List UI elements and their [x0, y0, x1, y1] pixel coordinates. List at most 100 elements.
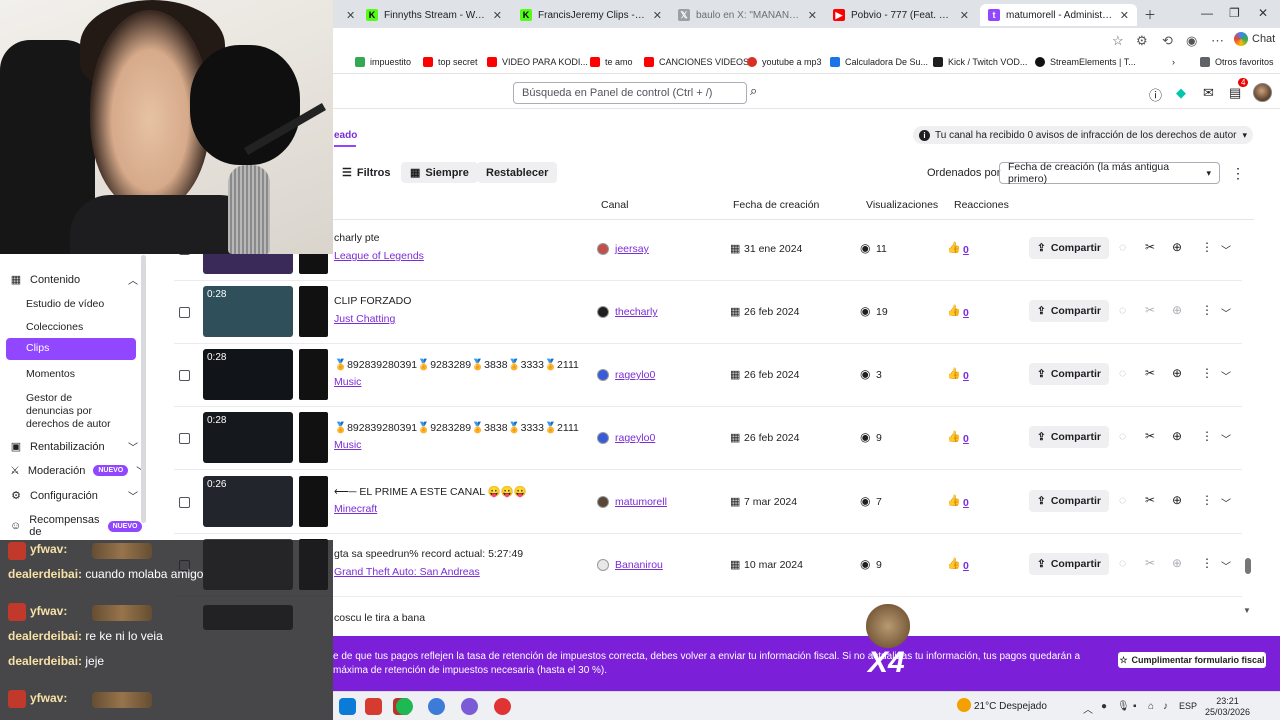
channel-link[interactable]: rageylo0 [615, 369, 655, 381]
add-circle-icon[interactable]: ⊕ [1172, 429, 1182, 443]
sidebar-item-copyright-manager[interactable]: Gestor de denuncias por derechos de auto… [6, 388, 136, 435]
close-icon[interactable]: ✕ [653, 9, 662, 22]
extensions-icon[interactable]: ⚙ [1136, 33, 1148, 49]
clip-category-link[interactable]: Music [334, 439, 361, 451]
share-button[interactable]: ⇪ Compartir [1029, 363, 1109, 385]
clip-thumbnail[interactable]: 0:28 [203, 412, 293, 463]
reset-button[interactable]: Restablecer [477, 162, 558, 183]
bookmark-item[interactable]: VIDEO PARA KODI... [487, 57, 588, 67]
search-icon[interactable]: ⌕ [750, 83, 766, 101]
table-row[interactable]: 0:28 CLIP FORZADO Just Chatting thecharly ▦ 2… [174, 281, 1242, 344]
chevron-down-icon[interactable]: ﹀ [1221, 368, 1231, 383]
copyright-strikes-notice[interactable]: i Tu canal ha recibido 0 avisos de infra… [913, 126, 1253, 144]
close-icon[interactable]: ✕ [346, 9, 355, 22]
table-row[interactable]: 0:28 🏅892839280391🏅9283289🏅3838🏅3333🏅2111… [174, 344, 1242, 407]
dashboard-search-input[interactable]: Búsqueda en Panel de control (Ctrl + /) [513, 82, 747, 104]
share-button[interactable]: ⇪ Compartir [1029, 237, 1109, 259]
clip-category-link[interactable]: Minecraft [334, 503, 377, 515]
scissors-icon[interactable]: ✂ [1145, 366, 1155, 380]
row-more-icon[interactable]: ⋮ [1201, 240, 1213, 254]
weather-label[interactable]: 21°C Despejado [974, 701, 1047, 712]
channel-link[interactable]: matumorell [615, 496, 667, 508]
clip-thumbnail[interactable]: 0:26 [203, 476, 293, 527]
clip-title[interactable]: charly pte [334, 232, 579, 244]
clip-title[interactable]: gta sa speedrun% record actual: 5:27:49 [334, 548, 579, 560]
close-icon[interactable]: ✕ [1120, 9, 1129, 22]
clip-vertical-thumbnail[interactable] [299, 349, 328, 400]
notifications-icon[interactable]: ▤ [1229, 85, 1241, 101]
add-circle-icon[interactable]: ⊕ [1172, 493, 1182, 507]
volume-icon[interactable]: ♪ [1163, 701, 1168, 712]
loading-icon[interactable]: ◌ [1119, 429, 1126, 443]
language-indicator[interactable]: ESP [1179, 701, 1197, 711]
share-button[interactable]: ⇪ Compartir [1029, 300, 1109, 322]
table-row[interactable]: gta sa speedrun% record actual: 5:27:49 G… [174, 534, 1242, 597]
browser-tab-2[interactable]: K FrancisJeremy Clips - Watch Live ✕ [512, 4, 670, 26]
add-circle-icon[interactable]: ⊕ [1172, 303, 1182, 317]
bookmark-item[interactable]: te amo [590, 57, 633, 67]
chevron-right-icon[interactable]: › [1172, 57, 1175, 67]
bookmark-item[interactable]: youtube a mp3 [747, 57, 822, 67]
loading-icon[interactable]: ◌ [1119, 303, 1126, 317]
reaction-count[interactable]: 0 [963, 244, 969, 256]
scissors-icon[interactable]: ✂ [1145, 493, 1155, 507]
clip-title[interactable]: CLIP FORZADO [334, 295, 579, 307]
scissors-icon[interactable]: ✂ [1145, 429, 1155, 443]
network-icon[interactable]: ⌂ [1148, 701, 1154, 712]
reaction-count[interactable]: 0 [963, 560, 969, 572]
channel-link[interactable]: Bananirou [615, 559, 663, 571]
chevron-up-icon[interactable]: ︿ [1083, 701, 1093, 716]
avatar[interactable] [1253, 83, 1272, 102]
row-more-icon[interactable]: ⋮ [1201, 303, 1213, 317]
add-circle-icon[interactable]: ⊕ [1172, 366, 1182, 380]
close-icon[interactable]: ✕ [960, 9, 969, 22]
sidebar-section-moderation[interactable]: ⚔ Moderación NUEVO ﹀ [10, 463, 146, 479]
add-circle-icon[interactable]: ⊕ [1172, 240, 1182, 254]
bookmark-item[interactable]: top secret [423, 57, 478, 67]
inbox-icon[interactable]: ✉ [1203, 85, 1214, 101]
help-icon[interactable]: ⓘ [1149, 85, 1162, 104]
reaction-count[interactable]: 0 [963, 497, 969, 509]
row-more-icon[interactable]: ⋮ [1201, 493, 1213, 507]
edge-icon[interactable] [339, 698, 356, 715]
sidebar-item-video-studio[interactable]: Estudio de vídeo [6, 294, 136, 315]
tab-close-partial[interactable]: ✕ [338, 4, 358, 26]
tray-icon[interactable]: ● [1101, 701, 1107, 712]
channel-link[interactable]: thecharly [615, 306, 658, 318]
minimize-icon[interactable]: — [1201, 6, 1213, 20]
chat-button[interactable]: Chat [1234, 32, 1275, 46]
close-icon[interactable]: ✕ [808, 9, 817, 22]
row-checkbox[interactable] [179, 497, 190, 508]
share-button[interactable]: ⇪ Compartir [1029, 553, 1109, 575]
scroll-down-arrow-icon[interactable]: ▼ [1243, 606, 1251, 615]
channel-link[interactable]: jeersay [615, 243, 649, 255]
bookmark-item[interactable]: impuestito [355, 57, 411, 67]
clip-thumbnail[interactable]: 0:28 [203, 349, 293, 400]
sidebar-section-rewards[interactable]: ☺ Recompensas de NUEVO [10, 514, 143, 538]
obs-icon[interactable] [461, 698, 478, 715]
clip-category-link[interactable]: Music [334, 376, 361, 388]
more-options-icon[interactable]: ⋮ [1231, 165, 1245, 182]
clip-title[interactable]: coscu le tira a bana [334, 612, 579, 624]
clip-title[interactable]: 🏅892839280391🏅9283289🏅3838🏅3333🏅2111... [334, 421, 579, 434]
row-checkbox[interactable] [179, 433, 190, 444]
add-circle-icon[interactable]: ⊕ [1172, 556, 1182, 570]
other-bookmarks[interactable]: Otros favoritos [1200, 57, 1274, 67]
clock[interactable]: 23:21 25/03/2026 [1205, 696, 1250, 718]
chrome-icon[interactable] [494, 698, 511, 715]
clip-thumbnail[interactable]: 0:28 [203, 286, 293, 337]
menu-dots-icon[interactable]: ⋯ [1211, 33, 1224, 49]
loading-icon[interactable]: ◌ [1119, 556, 1126, 570]
clip-category-link[interactable]: Grand Theft Auto: San Andreas [334, 566, 480, 578]
column-header-reactions[interactable]: Reacciones [954, 199, 1009, 211]
sidebar-section-settings[interactable]: ⚙ Configuración ﹀ [10, 488, 138, 504]
microphone-icon[interactable]: 🎙 [1117, 701, 1130, 712]
star-icon[interactable]: ☆ [1112, 33, 1124, 49]
reaction-count[interactable]: 0 [963, 370, 969, 382]
spotify-icon[interactable] [396, 698, 413, 715]
bookmark-item[interactable]: Calculadora De Su... [830, 57, 928, 67]
clip-vertical-thumbnail[interactable] [299, 412, 328, 463]
row-more-icon[interactable]: ⋮ [1201, 429, 1213, 443]
sidebar-item-collections[interactable]: Colecciones [6, 317, 136, 338]
app-icon[interactable] [428, 698, 445, 715]
